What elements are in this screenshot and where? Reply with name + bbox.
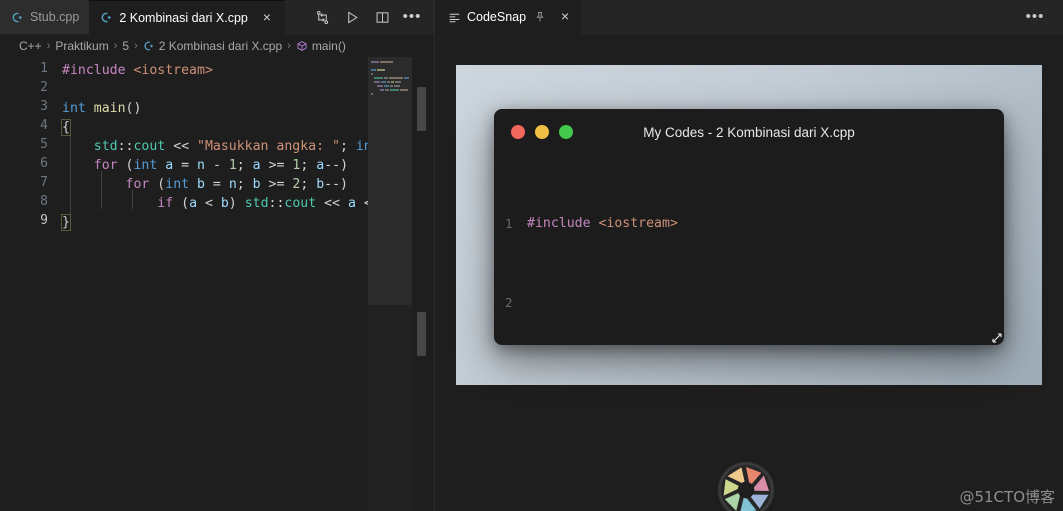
tab-label: Stub.cpp xyxy=(30,10,80,24)
breadcrumb-separator: › xyxy=(287,39,291,52)
codesnap-panel: CodeSnap × ••• My Codes - 2 Kombinasi da… xyxy=(435,0,1063,511)
breadcrumb-item-cpp[interactable]: C++ xyxy=(19,39,42,53)
editor-group: Stub.cpp 2 Kombinasi dari X.cpp × ••• C+… xyxy=(0,0,435,511)
maximize-dot-icon xyxy=(559,125,573,139)
snapshot-card-header: My Codes - 2 Kombinasi dari X.cpp xyxy=(494,109,1004,155)
scrollbar-thumb-secondary[interactable] xyxy=(417,312,426,356)
code-text: #include <iostream> xyxy=(527,216,678,232)
more-actions-icon[interactable]: ••• xyxy=(398,3,426,31)
traffic-lights xyxy=(511,125,573,139)
code-line-8: if (a < b) std::cout << a << xyxy=(157,196,379,211)
code-line-1: #include <iostream> xyxy=(62,63,213,78)
editor-scrollbar[interactable] xyxy=(417,57,426,511)
symbol-method-icon xyxy=(296,40,308,52)
cpp-file-icon xyxy=(11,11,24,24)
codesnap-tab-bar: CodeSnap × ••• xyxy=(435,0,1063,34)
breadcrumb-item-praktikum[interactable]: Praktikum xyxy=(55,39,108,53)
snapshot-code: 1 #include <iostream> 2 3 int main() xyxy=(494,155,1004,345)
line-number: 1 xyxy=(505,216,513,232)
codesnap-tab-label: CodeSnap xyxy=(467,10,527,24)
code-line-9: } xyxy=(61,214,71,231)
line-number: 2 xyxy=(505,294,513,310)
snapshot-code-row: 1 #include <iostream> xyxy=(505,214,1004,234)
snapshot-canvas: My Codes - 2 Kombinasi dari X.cpp 1 #inc… xyxy=(456,65,1042,385)
editor-tab-bar: Stub.cpp 2 Kombinasi dari X.cpp × ••• xyxy=(0,0,434,34)
vscode-window: Stub.cpp 2 Kombinasi dari X.cpp × ••• C+… xyxy=(0,0,1063,511)
compare-changes-icon[interactable] xyxy=(308,3,336,31)
breadcrumb-file-label: 2 Kombinasi dari X.cpp xyxy=(158,38,283,53)
code-line-3: int main() xyxy=(62,101,142,116)
close-icon[interactable]: × xyxy=(259,9,275,26)
more-actions-glyph: ••• xyxy=(1025,8,1045,25)
cpp-file-icon xyxy=(143,40,155,52)
codesnap-aperture-logo xyxy=(714,458,778,511)
scrollbar-thumb[interactable] xyxy=(417,87,426,131)
breadcrumb: C++ › Praktikum › 5 › 2 Kombinasi dari X… xyxy=(0,34,434,57)
close-icon[interactable]: × xyxy=(557,9,573,25)
breadcrumb-separator: › xyxy=(46,39,51,52)
code-content: #include <iostream> int main() { std::co… xyxy=(0,61,380,441)
more-actions-icon[interactable]: ••• xyxy=(1021,3,1049,31)
split-editor-icon[interactable] xyxy=(368,3,396,31)
codesnap-toolbar: ••• xyxy=(1021,0,1063,34)
pin-icon[interactable] xyxy=(534,11,546,23)
snapshot-card[interactable]: My Codes - 2 Kombinasi dari X.cpp 1 #inc… xyxy=(494,109,1004,345)
minimap-slider[interactable] xyxy=(368,57,412,305)
tab-stub-cpp[interactable]: Stub.cpp xyxy=(0,0,90,34)
close-dot-icon xyxy=(511,125,525,139)
editor-toolbar: ••• xyxy=(308,0,434,34)
snapshot-code-row: 2 xyxy=(505,293,1004,313)
breadcrumb-symbol-label: main() xyxy=(311,38,346,53)
tab-label: 2 Kombinasi dari X.cpp xyxy=(119,10,248,25)
tab-2-kombinasi-dari-x-cpp[interactable]: 2 Kombinasi dari X.cpp × xyxy=(89,0,285,34)
breadcrumb-separator: › xyxy=(113,39,118,52)
breadcrumb-item-5[interactable]: 5 xyxy=(122,39,129,53)
tab-codesnap[interactable]: CodeSnap × xyxy=(435,0,582,34)
watermark: @51CTO博客 xyxy=(959,488,1055,506)
minimize-dot-icon xyxy=(535,125,549,139)
code-line-6: for (int a = n - 1; a >= 1; a--) xyxy=(93,158,349,173)
editor-text-area[interactable]: 1 2 3 4 5 6 7 8 9 #include <iostream> in… xyxy=(0,57,434,511)
breadcrumb-separator: › xyxy=(134,39,138,52)
breadcrumb-item-file[interactable]: 2 Kombinasi dari X.cpp xyxy=(143,39,282,53)
minimap[interactable] xyxy=(368,57,412,511)
code-line-4: { xyxy=(61,119,71,136)
codesnap-preview-area: My Codes - 2 Kombinasi dari X.cpp 1 #inc… xyxy=(435,34,1063,511)
run-code-icon[interactable] xyxy=(338,3,366,31)
cpp-file-icon xyxy=(100,11,113,24)
lines-preview-icon xyxy=(448,11,461,24)
code-line-7: for (int b = n; b >= 2; b--) xyxy=(125,177,348,192)
more-actions-glyph: ••• xyxy=(402,8,422,25)
breadcrumb-item-main[interactable]: main() xyxy=(296,39,346,53)
code-line-5: std::cout << "Masukkan angka: "; int xyxy=(93,139,380,154)
resize-handle-icon[interactable] xyxy=(987,328,1004,345)
